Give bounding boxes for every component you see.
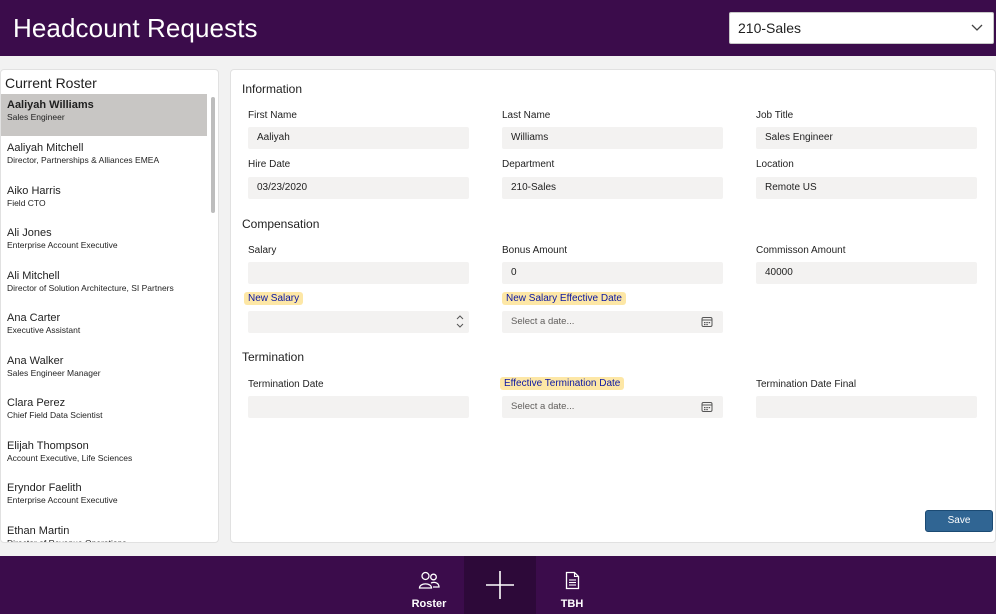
new-salary-date-placeholder: Select a date...	[511, 316, 575, 327]
roster-item-role: Account Executive, Life Sciences	[7, 453, 133, 463]
roster-list[interactable]: Aaliyah Williams Sales Engineer Aaliyah …	[1, 94, 208, 543]
roster-item[interactable]: Aaliyah Mitchell Director, Partnerships …	[1, 137, 207, 179]
location-field[interactable]: Remote US	[756, 177, 977, 199]
roster-item[interactable]: Ana Carter Executive Assistant	[1, 307, 207, 349]
nav-tbh-button[interactable]: TBH	[536, 556, 608, 614]
save-button[interactable]: Save	[925, 510, 993, 532]
people-icon	[418, 571, 440, 589]
roster-item-name: Aiko Harris	[7, 185, 61, 197]
hire-date-field[interactable]: 03/23/2020	[248, 177, 469, 199]
page-title: Headcount Requests	[13, 13, 258, 43]
first-name-field[interactable]: Aaliyah	[248, 127, 469, 149]
new-salary-date-label: New Salary Effective Date	[502, 292, 626, 305]
roster-item-name: Eryndor Faelith	[7, 482, 82, 494]
section-title-termination: Termination	[242, 350, 305, 364]
roster-item-name: Aaliyah Williams	[7, 99, 94, 111]
hire-date-value: 03/23/2020	[257, 182, 308, 193]
last-name-field[interactable]: Williams	[502, 127, 723, 149]
roster-item-name: Ana Carter	[7, 312, 61, 324]
commission-label: Commisson Amount	[756, 245, 846, 256]
roster-item-name: Ethan Martin	[7, 525, 70, 537]
bottom-nav: Roster TBH	[0, 556, 996, 614]
termination-date-label: Termination Date	[248, 379, 324, 390]
roster-item-role: Enterprise Account Executive	[7, 495, 118, 505]
roster-item-role: Director of Solution Architecture, SI Pa…	[7, 283, 174, 293]
nav-roster-button[interactable]: Roster	[393, 556, 465, 614]
job-title-value: Sales Engineer	[765, 132, 833, 143]
department-dropdown-value: 210-Sales	[738, 20, 802, 36]
roster-item-name: Ali Mitchell	[7, 270, 60, 282]
termination-final-field[interactable]	[756, 396, 977, 418]
number-spinner-icon[interactable]	[456, 313, 464, 330]
department-label: Department	[502, 159, 555, 170]
roster-item-role: Director of Revenue Operations	[7, 538, 127, 543]
roster-item[interactable]: Eryndor Faelith Enterprise Account Execu…	[1, 477, 207, 519]
roster-panel: Current Roster Aaliyah Williams Sales En…	[0, 69, 219, 543]
roster-item[interactable]: Ali Jones Enterprise Account Executive	[1, 222, 207, 264]
first-name-value: Aaliyah	[257, 132, 290, 143]
roster-item-name: Clara Perez	[7, 397, 66, 409]
calendar-icon[interactable]	[701, 316, 713, 328]
roster-item-role: Chief Field Data Scientist	[7, 410, 103, 420]
roster-item-name: Aaliyah Mitchell	[7, 142, 84, 154]
roster-item-name: Ana Walker	[7, 355, 64, 367]
salary-field[interactable]	[248, 262, 469, 284]
termination-final-label: Termination Date Final	[756, 379, 857, 390]
roster-item[interactable]: Aiko Harris Field CTO	[1, 180, 207, 222]
roster-item[interactable]: Clara Perez Chief Field Data Scientist	[1, 392, 207, 434]
roster-item-role: Enterprise Account Executive	[7, 240, 118, 250]
department-value: 210-Sales	[511, 182, 557, 193]
effective-termination-label: Effective Termination Date	[500, 377, 625, 390]
roster-item-name: Ali Jones	[7, 227, 52, 239]
app-header: Headcount Requests 210-Sales	[0, 0, 996, 56]
roster-scrollbar[interactable]	[211, 97, 215, 213]
last-name-label: Last Name	[502, 110, 551, 121]
calendar-icon[interactable]	[701, 401, 713, 413]
commission-field[interactable]: 40000	[756, 262, 977, 284]
roster-item[interactable]: Elijah Thompson Account Executive, Life …	[1, 435, 207, 477]
job-title-field[interactable]: Sales Engineer	[756, 127, 977, 149]
add-request-button[interactable]	[464, 556, 536, 614]
roster-item[interactable]: Ethan Martin Director of Revenue Operati…	[1, 520, 207, 543]
bonus-value: 0	[511, 267, 517, 278]
department-field[interactable]: 210-Sales	[502, 177, 723, 199]
document-icon	[565, 571, 580, 590]
termination-date-field[interactable]	[248, 396, 469, 418]
roster-item-role: Sales Engineer	[7, 112, 65, 122]
first-name-label: First Name	[248, 110, 297, 121]
effective-termination-placeholder: Select a date...	[511, 401, 575, 412]
new-salary-input[interactable]	[248, 311, 469, 333]
commission-value: 40000	[765, 267, 793, 278]
plus-icon	[486, 571, 514, 599]
nav-tbh-label: TBH	[560, 598, 584, 610]
job-title-label: Job Title	[756, 110, 794, 121]
last-name-value: Williams	[511, 132, 549, 143]
employee-form: Information First Name Aaliyah Last Name…	[230, 69, 996, 543]
salary-label: Salary	[248, 245, 277, 256]
nav-roster-label: Roster	[411, 598, 447, 610]
roster-item-role: Sales Engineer Manager	[7, 368, 101, 378]
section-title-information: Information	[242, 82, 303, 96]
roster-item[interactable]: Ana Walker Sales Engineer Manager	[1, 350, 207, 392]
location-label: Location	[756, 159, 794, 170]
roster-item-role: Director, Partnerships & Alliances EMEA	[7, 155, 160, 165]
section-title-compensation: Compensation	[242, 217, 320, 231]
chevron-down-icon	[971, 24, 983, 31]
hire-date-label: Hire Date	[248, 159, 291, 170]
roster-item-role: Field CTO	[7, 198, 46, 208]
new-salary-date-picker[interactable]: Select a date...	[502, 311, 723, 333]
roster-title: Current Roster	[5, 75, 97, 91]
roster-item-role: Executive Assistant	[7, 325, 81, 335]
effective-termination-date-picker[interactable]: Select a date...	[502, 396, 723, 418]
roster-item-name: Elijah Thompson	[7, 440, 89, 452]
new-salary-label: New Salary	[244, 292, 304, 305]
bonus-field[interactable]: 0	[502, 262, 723, 284]
roster-item[interactable]: Ali Mitchell Director of Solution Archit…	[1, 265, 207, 307]
department-dropdown[interactable]: 210-Sales	[729, 12, 994, 44]
location-value: Remote US	[765, 182, 817, 193]
bonus-label: Bonus Amount	[502, 245, 568, 256]
roster-item-selected[interactable]: Aaliyah Williams Sales Engineer	[1, 94, 207, 136]
